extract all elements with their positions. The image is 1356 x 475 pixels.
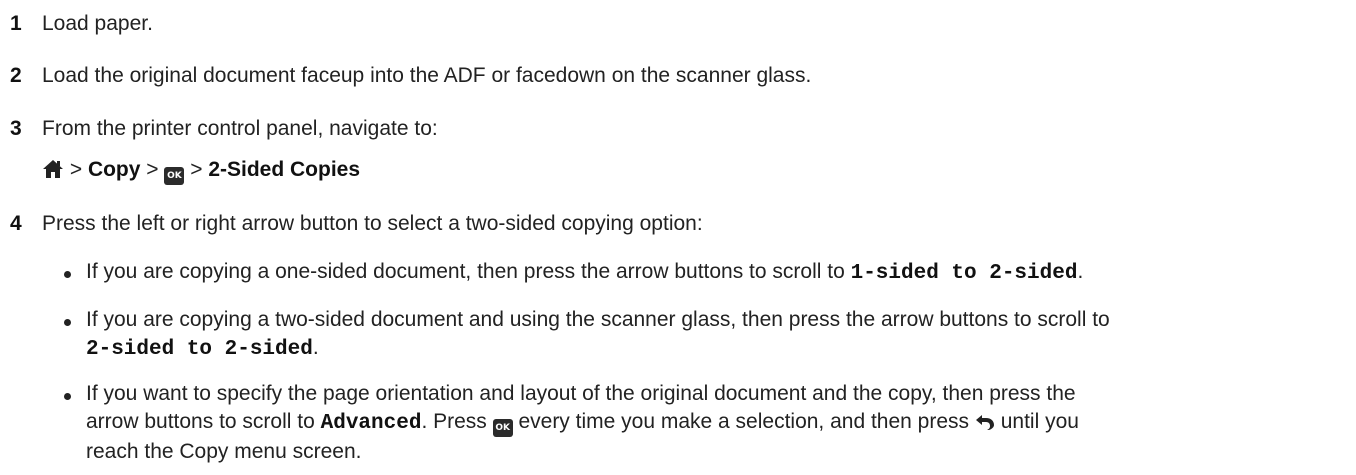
bullet-text-part: If you want to specify the page orientat… [86,382,1076,405]
option-code: Advanced [320,412,422,435]
bullet-dot [64,319,71,326]
path-copy-label: Copy [87,158,141,181]
bullet-text-part: If you are copying a one-sided document,… [86,260,851,283]
step-text: Press the left or right arrow button to … [42,212,703,235]
path-separator: > [140,158,165,181]
back-arrow-icon [975,415,994,430]
bullet-dot [64,393,71,400]
bullet-text-part: . [312,336,319,359]
path-final-label: 2-Sided Copies [208,158,361,181]
step-number: 3 [10,117,22,140]
bullet-text-part: until you [994,410,1079,433]
ok-button-icon: OK [492,419,513,437]
bullet-text-part: every time you make a selection, and the… [512,410,975,433]
bullet-dot [64,271,71,278]
ok-button-icon: OK [164,167,185,185]
path-separator: > [64,158,88,181]
step-number: 2 [10,64,22,87]
bullet-text: If you are copying a two-sided document … [86,306,1346,364]
bullet-text: If you want to specify the page orientat… [86,380,1346,466]
step-text: Load the original document faceup into t… [42,64,812,87]
bullet-text: If you are copying a one-sided document,… [86,258,1346,288]
step-text: Load paper. [42,12,153,35]
step-text: From the printer control panel, navigate… [42,117,438,140]
bullet-text-part: If you are copying a two-sided document … [86,308,1110,331]
bullet-text-part: arrow buttons to scroll to [86,410,321,433]
step-number: 1 [10,12,22,35]
home-icon [43,160,63,178]
step-number: 4 [10,212,22,235]
option-code: 2-sided to 2-sided [86,338,313,361]
navigation-path: > Copy > OK > 2-Sided Copies [42,158,360,185]
bullet-text-part: . Press [421,410,493,433]
instruction-document: 1 Load paper. 2 Load the original docume… [0,0,1356,475]
option-code: 1-sided to 2-sided [850,262,1078,285]
bullet-text-part: reach the Copy menu screen. [86,440,362,463]
bullet-text-part: . [1077,260,1084,283]
path-separator: > [184,158,209,181]
